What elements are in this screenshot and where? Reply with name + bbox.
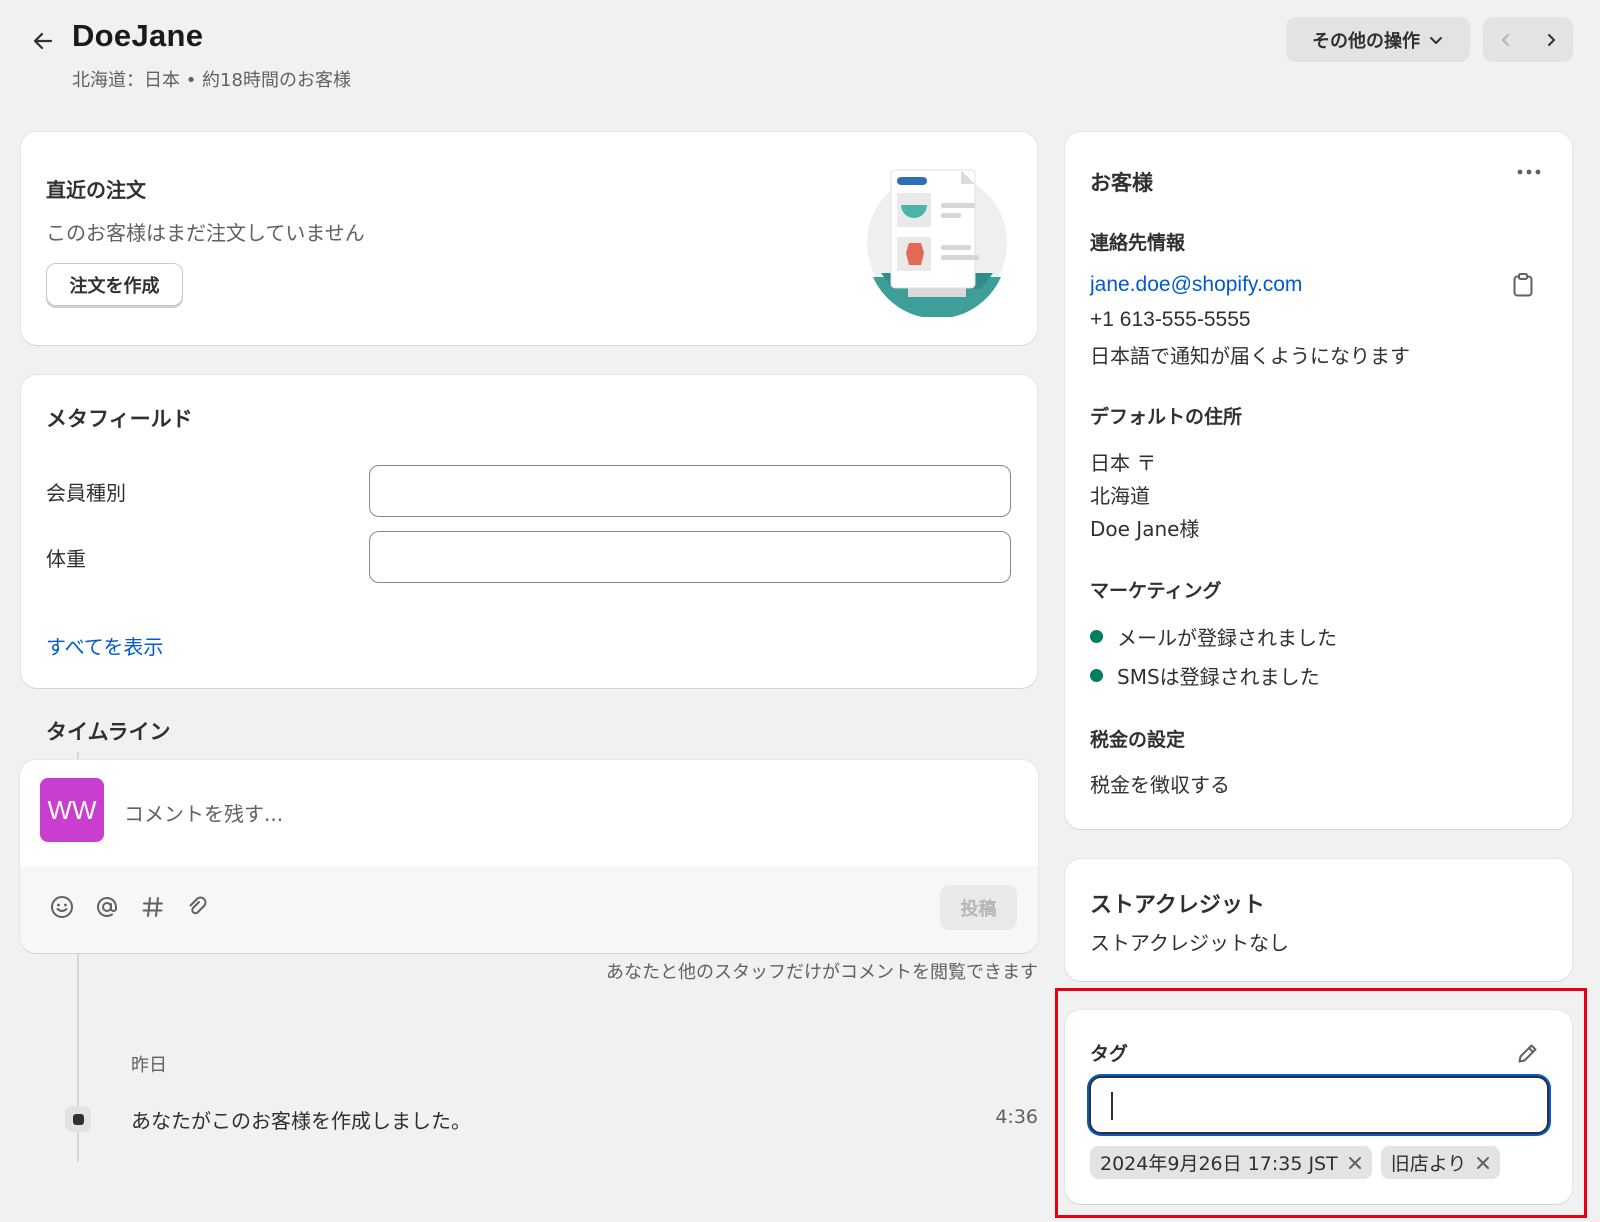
- arrow-left-icon: [33, 32, 53, 50]
- timeline-date-label: 昨日: [131, 1055, 167, 1076]
- chevron-right-icon: [1547, 33, 1555, 46]
- default-address-title: デフォルトの住所: [1090, 406, 1243, 428]
- customer-notification-language: 日本語で通知が届くようになります: [1090, 344, 1410, 368]
- comment-visibility-note: あなたと他のスタッフだけがコメントを閲覧できます: [606, 962, 1038, 983]
- address-line-3: Doe Jane様: [1090, 517, 1200, 541]
- timeline-event-time: 4:36: [995, 1106, 1038, 1128]
- hashtag-icon[interactable]: [140, 894, 166, 920]
- mention-icon[interactable]: [94, 894, 120, 920]
- show-all-metafields-link[interactable]: すべてを表示: [46, 631, 163, 660]
- store-credit-card: ストアクレジット ストアクレジットなし: [1065, 859, 1572, 981]
- previous-button[interactable]: [1488, 22, 1524, 58]
- tax-settings-value: 税金を徴収する: [1090, 773, 1230, 797]
- marketing-title: マーケティング: [1090, 580, 1222, 602]
- highlight-annotation: [1055, 988, 1587, 1218]
- metafield-membership-input[interactable]: [369, 465, 1011, 517]
- contact-info-title: 連絡先情報: [1090, 232, 1186, 254]
- post-button[interactable]: 投稿: [940, 885, 1017, 930]
- comment-composer: [20, 760, 1038, 953]
- recent-orders-empty-text: このお客様はまだ注文していません: [46, 221, 365, 245]
- customer-phone: +1 613-555-5555: [1090, 308, 1251, 331]
- chevron-down-icon: [1430, 36, 1442, 44]
- recent-orders-title: 直近の注文: [46, 178, 146, 202]
- tax-settings-title: 税金の設定: [1090, 729, 1186, 751]
- avatar: WW: [40, 778, 104, 842]
- customer-card: お客様 連絡先情報 jane.doe@shopify.com +1 613-55…: [1065, 132, 1572, 829]
- timeline-event-text: あなたがこのお客様を作成しました。: [131, 1109, 471, 1133]
- address-line-1: 日本 〒: [1090, 451, 1157, 475]
- next-button[interactable]: [1533, 22, 1569, 58]
- copy-email-button[interactable]: [1508, 268, 1538, 302]
- timeline-event-marker: [65, 1106, 91, 1132]
- customer-more-button[interactable]: [1509, 160, 1549, 184]
- back-button[interactable]: [28, 26, 58, 56]
- emoji-icon[interactable]: [49, 894, 75, 920]
- create-order-button[interactable]: 注文を作成: [46, 263, 183, 306]
- marketing-sms-text: SMSは登録されました: [1117, 665, 1320, 689]
- address-line-2: 北海道: [1090, 484, 1150, 508]
- marketing-email-text: メールが登録されました: [1117, 626, 1337, 650]
- metafield-label-weight: 体重: [46, 547, 86, 571]
- create-order-label: 注文を作成: [69, 275, 160, 297]
- customer-email-link[interactable]: jane.doe@shopify.com: [1090, 273, 1302, 297]
- customer-title: お客様: [1090, 171, 1153, 195]
- comment-input[interactable]: コメントを残す...: [124, 798, 1004, 827]
- chevron-left-icon: [1501, 33, 1509, 46]
- clipboard-icon: [1513, 273, 1533, 297]
- status-dot-icon: [1090, 669, 1103, 682]
- post-label: 投稿: [960, 898, 997, 920]
- status-dot-icon: [1090, 630, 1103, 643]
- metafield-label-membership: 会員種別: [46, 481, 126, 505]
- metafield-weight-input[interactable]: [369, 531, 1011, 583]
- empty-orders-illustration: [867, 169, 1007, 317]
- metafields-card: メタフィールド 会員種別 体重 すべてを表示: [21, 375, 1037, 688]
- more-actions-button[interactable]: その他の操作: [1286, 17, 1470, 62]
- marketing-sms-status: SMSは登録されました: [1090, 661, 1320, 690]
- marketing-email-status: メールが登録されました: [1090, 622, 1337, 651]
- page-title: DoeJane: [72, 18, 204, 53]
- page-subtitle: 北海道：日本 • 約18時間のお客様: [72, 70, 351, 91]
- timeline-title: タイムライン: [46, 720, 171, 744]
- store-credit-value: ストアクレジットなし: [1090, 931, 1289, 955]
- record-pager: [1483, 17, 1573, 62]
- store-credit-title: ストアクレジット: [1090, 893, 1265, 918]
- ellipsis-icon: [1517, 169, 1541, 175]
- composer-toolbar: [20, 866, 1038, 953]
- metafields-title: メタフィールド: [46, 407, 193, 431]
- attachment-icon[interactable]: [185, 894, 211, 920]
- recent-orders-card: 直近の注文 このお客様はまだ注文していません 注文を作成: [21, 132, 1037, 345]
- more-actions-label: その他の操作: [1312, 30, 1420, 52]
